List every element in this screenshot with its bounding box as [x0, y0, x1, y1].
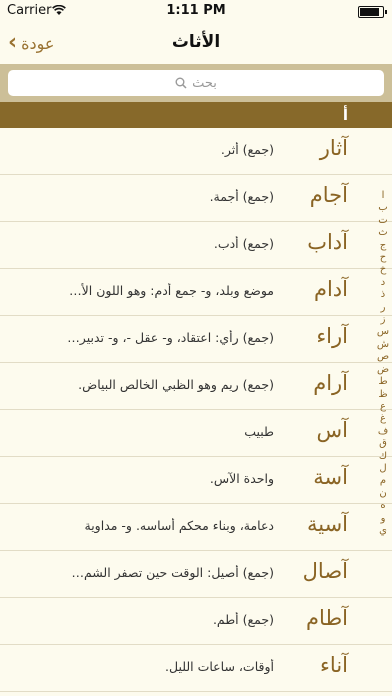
entry-definition: أوقات، ساعات الليل.	[165, 659, 274, 674]
list-item[interactable]: آطام (جمع) أطم.	[0, 598, 392, 645]
index-letter[interactable]: م	[380, 475, 386, 487]
entry-word: آناء	[320, 653, 348, 677]
index-letter[interactable]: ف	[378, 426, 388, 438]
list-item[interactable]: آصال (جمع) أصيل: الوقت حين تصفر الشم…	[0, 551, 392, 598]
entry-word: آثار	[319, 136, 348, 160]
entry-definition: طبيب	[244, 424, 274, 439]
entry-word: آداب	[307, 230, 348, 254]
index-letter[interactable]: ز	[381, 314, 386, 326]
index-letter[interactable]: و	[381, 513, 386, 525]
index-letter[interactable]: د	[381, 277, 385, 289]
index-letter[interactable]: ص	[377, 351, 389, 363]
navigation-bar: ‹ عودة الأثاث	[0, 22, 392, 65]
entry-word: آصال	[302, 559, 348, 583]
list-item[interactable]: آدام موضع وبلد، و- جمع أُدم: وهو اللون ال…	[0, 269, 392, 316]
index-letter[interactable]: ذ	[381, 289, 385, 301]
entry-word: آطام	[306, 606, 348, 630]
battery-icon	[358, 6, 387, 18]
entry-word: آسة	[313, 465, 348, 489]
search-placeholder: بحث	[192, 75, 217, 91]
index-letter[interactable]: ك	[379, 451, 387, 463]
alphabet-index[interactable]: ابتثجحخدذرزسشصضطظعغفقكلمنهوي	[374, 190, 392, 537]
index-letter[interactable]: ر	[381, 302, 386, 314]
list-item[interactable]: آداب (جمع) أدب.	[0, 222, 392, 269]
index-letter[interactable]: ط	[378, 376, 387, 388]
index-letter[interactable]: ه	[380, 500, 385, 512]
status-bar: Carrier 1:11 PM	[0, 0, 392, 22]
entry-word: آسية	[306, 512, 348, 536]
list-item[interactable]: آسة واحدة الآس.	[0, 457, 392, 504]
section-letter: أ	[342, 106, 348, 124]
entry-word: آدام	[313, 277, 348, 301]
entry-word: آرام	[313, 371, 348, 395]
index-letter[interactable]: ش	[377, 339, 389, 351]
index-letter[interactable]: خ	[380, 264, 386, 276]
section-header: أ	[0, 102, 392, 128]
search-icon	[175, 77, 187, 89]
entry-definition: (جمع) أصيل: الوقت حين تصفر الشم…	[71, 565, 274, 580]
index-letter[interactable]: ع	[380, 401, 386, 413]
index-letter[interactable]: ت	[378, 215, 387, 227]
entry-definition: (جمع) أجمة.	[209, 189, 274, 204]
entry-definition: (جمع) رأي: اعتقاد، و- عقل -، و- تدبير…	[67, 330, 274, 345]
list-item[interactable]: آثار (جمع) أثر.	[0, 128, 392, 175]
entry-definition: (جمع) ريم وهو الظبي الخالص البياض.	[78, 377, 274, 392]
index-letter[interactable]: ق	[379, 438, 387, 450]
entry-definition: دعامة، وبناء محكم أساسه. و- مداوية	[84, 518, 275, 533]
list-item[interactable]: آس طبيب	[0, 410, 392, 457]
index-letter[interactable]: ي	[379, 525, 387, 537]
index-letter[interactable]: ا	[382, 190, 385, 202]
list-item[interactable]: آراء (جمع) رأي: اعتقاد، و- عقل -، و- تدبي…	[0, 316, 392, 363]
index-letter[interactable]: ث	[378, 227, 387, 239]
entry-definition: (جمع) أطم.	[212, 612, 274, 627]
index-letter[interactable]: ح	[380, 252, 386, 264]
entry-definition: (جمع) أدب.	[213, 236, 274, 251]
index-letter[interactable]: ظ	[378, 389, 387, 401]
search-input[interactable]: بحث	[8, 70, 384, 96]
index-letter[interactable]: ج	[380, 240, 386, 252]
status-time: 1:11 PM	[166, 3, 226, 18]
index-letter[interactable]: ب	[378, 202, 387, 214]
list-item[interactable]: آجام (جمع) أجمة.	[0, 175, 392, 222]
list-item[interactable]: آسية دعامة، وبناء محكم أساسه. و- مداوية	[0, 504, 392, 551]
list-item[interactable]: آرام (جمع) ريم وهو الظبي الخالص البياض.	[0, 363, 392, 410]
index-letter[interactable]: ن	[379, 488, 386, 500]
entry-definition: واحدة الآس.	[209, 471, 274, 486]
index-letter[interactable]: ض	[377, 364, 389, 376]
index-letter[interactable]: غ	[380, 413, 386, 425]
index-letter[interactable]: ل	[379, 463, 386, 475]
entry-definition: (جمع) أثر.	[220, 142, 274, 157]
list-item[interactable]: آناء أوقات، ساعات الليل.	[0, 645, 392, 692]
entry-word: آس	[316, 418, 348, 442]
entry-word: آجام	[309, 183, 348, 207]
page-title: الأثاث	[171, 32, 221, 52]
entry-word: آراء	[316, 324, 348, 348]
search-bar: بحث	[0, 64, 392, 102]
index-letter[interactable]: س	[377, 326, 389, 338]
word-list: آثار (جمع) أثر. آجام (جمع) أجمة. آداب (جمع) أ…	[0, 128, 392, 692]
entry-definition: موضع وبلد، و- جمع أُدم: وهو اللون الأ…	[69, 283, 274, 298]
